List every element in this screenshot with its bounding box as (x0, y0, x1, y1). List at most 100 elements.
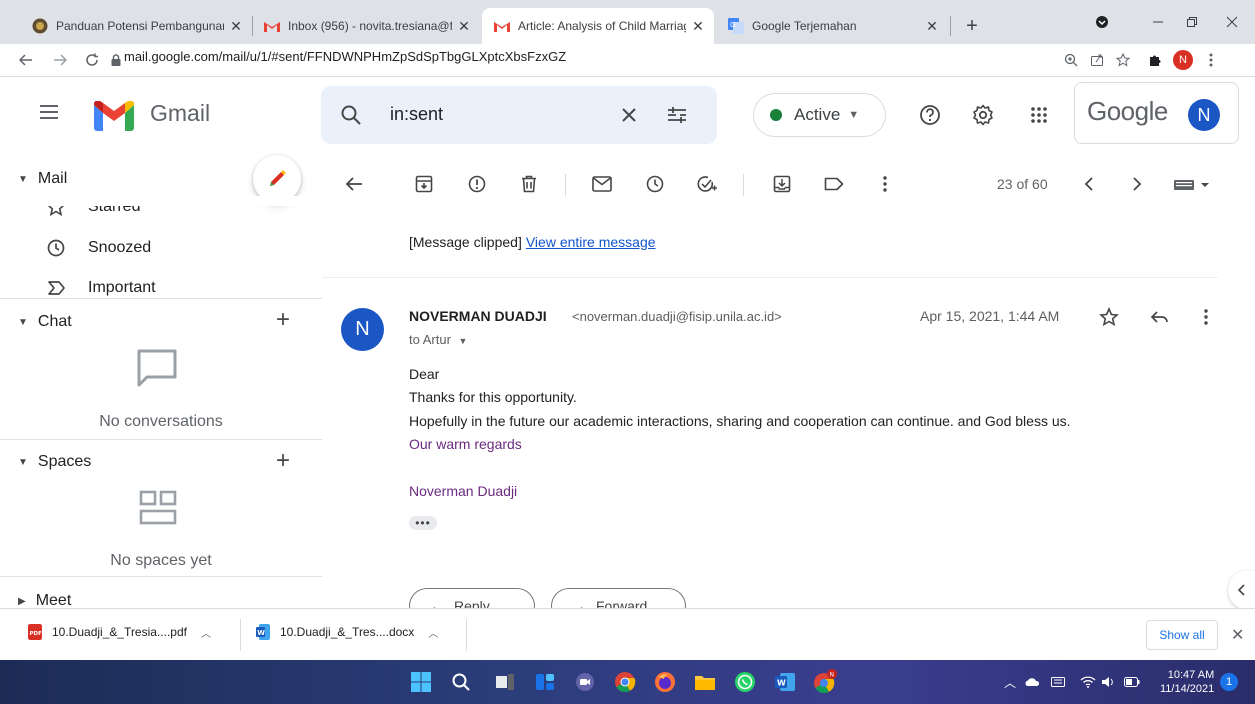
account-avatar[interactable]: N (1188, 99, 1220, 131)
message-more-button[interactable] (1194, 305, 1218, 329)
more-actions-button[interactable] (873, 172, 897, 196)
address-bar[interactable]: mail.google.com/mail/u/1/#sent/FFNDWNPHm… (124, 49, 566, 64)
view-entire-message-link[interactable]: View entire message (526, 234, 656, 250)
clear-search-icon[interactable] (617, 103, 641, 127)
chrome-menu-button[interactable] (1200, 49, 1222, 71)
gmail-logo[interactable] (94, 101, 134, 131)
task-view-button[interactable] (492, 669, 518, 695)
tab-title: Google Terjemahan (752, 19, 857, 33)
download-item[interactable]: W 10.Duadji_&_Tres....docx ︿ (256, 624, 438, 640)
file-explorer-button[interactable] (692, 669, 718, 695)
search-icon[interactable] (339, 103, 363, 127)
download-item[interactable]: PDF 10.Duadji_&_Tresia....pdf ︿ (28, 624, 211, 640)
volume-icon[interactable] (1100, 674, 1116, 690)
new-tab-button[interactable]: + (960, 14, 984, 38)
whatsapp-taskbar-icon[interactable] (732, 669, 758, 695)
side-panel-toggle[interactable] (1228, 570, 1255, 610)
new-space-button[interactable]: + (276, 447, 290, 475)
browser-tab-active[interactable]: Article: Analysis of Child Marriag ✕ (482, 8, 714, 44)
close-window-button[interactable] (1220, 10, 1244, 34)
close-shelf-icon[interactable]: ✕ (1231, 625, 1244, 645)
older-button[interactable] (1125, 172, 1149, 196)
status-dropdown[interactable]: Active ▼ (753, 93, 886, 137)
close-tab-icon[interactable]: ✕ (690, 18, 706, 34)
firefox-taskbar-icon[interactable] (652, 669, 678, 695)
word-taskbar-icon[interactable]: W (772, 669, 798, 695)
status-label: Active (794, 105, 841, 124)
taskbar-search[interactable] (448, 669, 474, 695)
labels-button[interactable] (822, 172, 846, 196)
sender-avatar[interactable]: N (341, 308, 384, 351)
label-icon (824, 177, 844, 191)
move-to-button[interactable] (770, 172, 794, 196)
support-button[interactable] (917, 102, 943, 128)
search-options-icon[interactable] (665, 103, 689, 127)
forward-button[interactable] (48, 48, 72, 72)
battery-icon[interactable] (1124, 674, 1140, 690)
tray-overflow-icon[interactable]: ︿ (1002, 674, 1018, 690)
sender-name[interactable]: NOVERMAN DUADJI (409, 308, 547, 324)
search-bar[interactable]: in:sent (321, 86, 717, 144)
chrome-taskbar-icon[interactable] (612, 669, 638, 695)
chevron-up-icon[interactable]: ︿ (428, 625, 438, 640)
close-tab-icon[interactable]: ✕ (228, 18, 244, 34)
spaces-section-header[interactable]: ▼ Spaces (18, 453, 91, 471)
mail-section-header[interactable]: ▼ Mail (18, 170, 67, 188)
notification-badge[interactable]: 1 (1220, 673, 1238, 691)
delete-button[interactable] (517, 172, 541, 196)
bookmark-button[interactable] (1112, 49, 1134, 71)
browser-tab[interactable]: G Google Terjemahan ✕ (716, 8, 948, 44)
star-outline-icon (1099, 307, 1119, 327)
google-account-box[interactable]: Google N (1074, 82, 1239, 144)
main-menu-button[interactable] (40, 105, 58, 119)
minimize-button[interactable] (1146, 10, 1170, 34)
sidebar-item-important[interactable]: Important (44, 276, 156, 300)
back-to-sent-button[interactable] (342, 172, 366, 196)
windows-logo-icon (411, 672, 431, 692)
gmail-header: Gmail in:sent Active ▼ Google N (0, 78, 1255, 152)
mark-unread-button[interactable] (590, 172, 614, 196)
close-tab-icon[interactable]: ✕ (924, 18, 940, 34)
share-button[interactable] (1086, 49, 1108, 71)
report-spam-button[interactable] (465, 172, 489, 196)
newer-button[interactable] (1077, 172, 1101, 196)
star-message-button[interactable] (1097, 305, 1121, 329)
archive-button[interactable] (412, 172, 436, 196)
teams-chat-button[interactable] (572, 669, 598, 695)
browser-tab[interactable]: Inbox (956) - novita.tresiana@fisi ✕ (252, 8, 480, 44)
meet-section-header[interactable]: ▶ Meet (18, 592, 71, 608)
chrome-profile-taskbar-icon[interactable]: N (812, 669, 838, 695)
browser-tab[interactable]: Panduan Potensi Pembangunan S ✕ (20, 8, 252, 44)
show-all-downloads-button[interactable]: Show all (1146, 620, 1218, 650)
widgets-button[interactable] (532, 669, 558, 695)
zoom-button[interactable] (1060, 49, 1082, 71)
snooze-button[interactable] (643, 172, 667, 196)
extensions-button[interactable] (1144, 49, 1166, 71)
sidebar-item-snoozed[interactable]: Snoozed (44, 236, 151, 260)
search-input[interactable]: in:sent (390, 104, 443, 125)
onedrive-icon[interactable] (1024, 674, 1040, 690)
wifi-icon[interactable] (1080, 674, 1096, 690)
body-line: Dear (409, 366, 440, 382)
active-status-dot (770, 109, 782, 121)
input-tools-button[interactable] (1172, 172, 1212, 196)
close-tab-icon[interactable]: ✕ (456, 18, 472, 34)
reply-button[interactable] (1147, 305, 1171, 329)
chat-section-header[interactable]: ▼ Chat (18, 313, 72, 331)
start-button[interactable] (408, 669, 434, 695)
back-button[interactable] (14, 48, 38, 72)
google-apps-button[interactable] (1026, 102, 1052, 128)
show-trimmed-content-button[interactable]: ••• (409, 516, 437, 530)
section-divider (0, 439, 322, 440)
restore-button[interactable] (1180, 10, 1204, 34)
reload-button[interactable] (80, 48, 104, 72)
recipient-details[interactable]: to Artur ▼ (409, 332, 467, 347)
keyboard-tray-icon[interactable] (1050, 674, 1066, 690)
add-to-tasks-button[interactable] (695, 172, 719, 196)
tab-search-button[interactable] (1090, 10, 1114, 34)
settings-button[interactable] (970, 102, 996, 128)
profile-button[interactable]: N (1172, 49, 1194, 71)
new-chat-button[interactable]: + (276, 306, 290, 334)
system-clock[interactable]: 10:47 AM 11/14/2021 (1160, 668, 1214, 696)
chevron-up-icon[interactable]: ︿ (201, 625, 211, 640)
